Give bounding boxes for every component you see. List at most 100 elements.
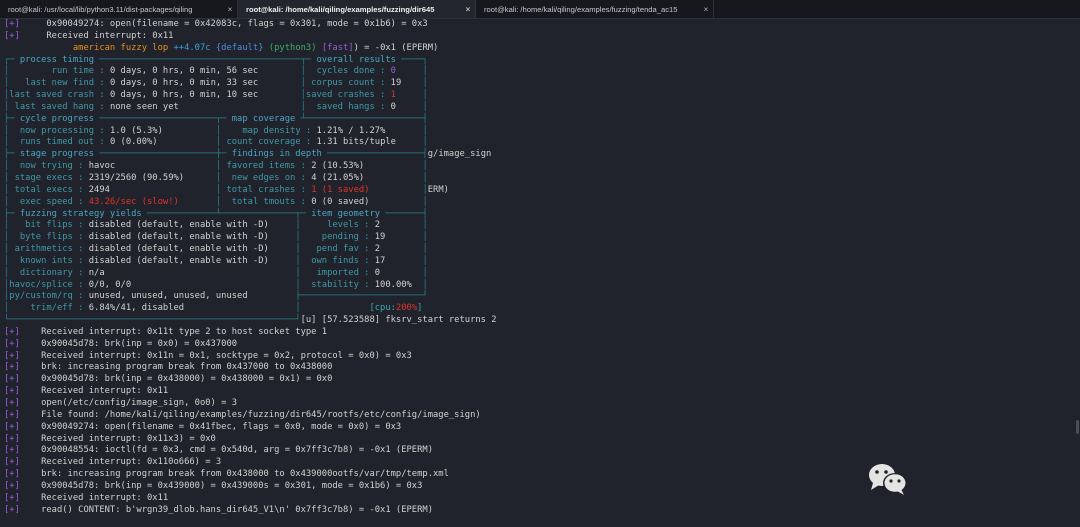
terminal-segment: │ — [422, 172, 428, 183]
terminal-segment: map coverage — [231, 113, 296, 124]
terminal-segment: ┌─ — [4, 54, 20, 65]
terminal-segment: (python3) — [268, 42, 317, 53]
terminal-segment: 19 — [374, 232, 423, 243]
terminal-segment: cycles done — [305, 66, 375, 77]
close-icon[interactable]: × — [223, 5, 237, 14]
terminal-segment: : — [358, 220, 375, 231]
terminal-line: ┌─ process timing ──────────────────────… — [4, 55, 497, 67]
terminal-segment: ) = -0x1 (EPERM) — [353, 42, 439, 53]
terminal-segment: [+] — [4, 480, 20, 491]
terminal-segment: ─────────────┴──────────────┬─ — [141, 208, 312, 219]
terminal-segment: disabled (default, enable with -D) — [88, 255, 296, 266]
terminal-segment: run time — [9, 66, 95, 77]
terminal-line: [+] Received interrupt: 0x11n = 0x1, soc… — [4, 351, 497, 363]
tab-bar: root@kali: /usr/local/lib/python3.11/dis… — [0, 0, 1080, 19]
terminal-segment: overall results — [316, 54, 396, 65]
terminal-segment: Received interrupt: 0x110o666) = 3 — [19, 457, 222, 468]
terminal-segment: : — [374, 90, 391, 101]
terminal-segment: [+] — [4, 457, 20, 468]
terminal-line: │ trim/eff : 6.84%/41, disabled │ [cpu:2… — [4, 303, 497, 315]
terminal-segment: 0x90045d78: brk(inp = 0x0) = 0x437000 — [19, 338, 238, 349]
terminal-segment: corpus count — [305, 78, 375, 89]
terminal-segment: : — [300, 137, 317, 148]
tab-qiling-dist-packages[interactable]: root@kali: /usr/local/lib/python3.11/dis… — [0, 0, 238, 18]
scrollbar[interactable] — [1076, 420, 1079, 434]
terminal-segment: : — [295, 161, 312, 172]
terminal-line: │ runs timed out : 0 (0.00%) │ count cov… — [4, 137, 497, 149]
terminal-segment: none seen yet — [109, 101, 301, 112]
terminal-segment: Received interrupt: 0x11 — [19, 386, 169, 397]
terminal-segment: trim/eff — [9, 303, 73, 314]
terminal-segment: favored items — [221, 161, 296, 172]
terminal-segment: : — [72, 303, 89, 314]
terminal-segment: [+] — [4, 469, 20, 480]
terminal-segment: 200% — [395, 303, 418, 314]
terminal-segment: : — [374, 66, 391, 77]
terminal-segment — [396, 90, 422, 100]
terminal-segment: [cpu: — [369, 303, 396, 314]
terminal-segment: │ — [422, 101, 428, 112]
terminal-segment — [301, 303, 370, 313]
terminal-segment: disabled (default, enable with -D) — [88, 220, 296, 231]
terminal-segment — [369, 185, 422, 195]
terminal-segment: 0 (0.00%) — [109, 137, 216, 148]
terminal-segment: brk: increasing program break from 0x437… — [19, 362, 333, 373]
terminal-segment: 1 (1 saved) — [311, 184, 370, 195]
terminal-line: [+] brk: increasing program break from 0… — [4, 469, 497, 481]
terminal-segment: stage execs — [9, 172, 73, 183]
terminal-segment: 0x90045d78: brk(inp = 0x439000) = 0x4390… — [19, 480, 423, 491]
terminal-segment: [+] — [4, 445, 20, 456]
close-icon[interactable]: × — [699, 5, 713, 14]
terminal-segment: │ — [422, 78, 428, 89]
terminal-segment: │ — [422, 255, 428, 266]
terminal-line: │ last new find : 0 days, 0 hrs, 0 min, … — [4, 78, 497, 90]
terminal-line: [+] Received interrupt: 0x11 — [4, 31, 497, 43]
terminal-segment: cycle progress — [19, 113, 95, 124]
terminal-segment: [+] — [4, 19, 20, 29]
terminal-line: [+] Received interrupt: 0x11t type 2 to … — [4, 327, 497, 339]
terminal-segment: last new find — [9, 78, 95, 89]
terminal-segment: Received interrupt: 0x11x3) = 0x0 — [19, 433, 216, 444]
terminal-segment: {default} — [215, 42, 264, 53]
terminal-segment: dictionary — [9, 267, 73, 278]
terminal-segment: │ — [422, 137, 428, 148]
terminal-segment: 100.00% — [374, 279, 423, 290]
terminal-segment: Received interrupt: 0x11 — [19, 30, 174, 41]
terminal-line: │ arithmetics : disabled (default, enabl… — [4, 244, 497, 256]
terminal-segment: disabled (default, enable with -D) — [88, 232, 296, 243]
terminal-segment: : — [72, 244, 89, 255]
tab-label: root@kali: /home/kali/qiling/examples/fu… — [484, 4, 678, 14]
terminal-segment: 2 — [374, 220, 423, 231]
terminal-segment: unused, unused, unused, unused — [88, 291, 296, 302]
terminal-segment: : — [374, 78, 391, 89]
terminal-segment: total execs — [9, 184, 73, 195]
close-icon[interactable]: × — [461, 5, 475, 14]
terminal-segment: : — [94, 66, 110, 77]
terminal-segment: now trying — [9, 161, 73, 172]
terminal-segment: └───────────────────────────────────────… — [4, 315, 301, 326]
terminal-segment: ──────────────────────────────────────┬─ — [94, 54, 317, 65]
terminal-segment: : — [72, 172, 89, 183]
terminal-segment — [396, 66, 422, 76]
terminal-segment: ────┐ — [395, 54, 428, 65]
terminal-segment: ├─ — [4, 208, 20, 219]
terminal-segment: : — [358, 232, 375, 243]
terminal-line: [+] Received interrupt: 0x11x3) = 0x0 — [4, 434, 497, 446]
terminal-segment: [u] [57.523588] fksrv_start returns 2 — [300, 315, 497, 326]
tab-tenda-ac15[interactable]: root@kali: /home/kali/qiling/examples/fu… — [476, 0, 714, 18]
terminal-segment: stability — [300, 279, 359, 290]
terminal-segment: │ — [422, 232, 428, 243]
terminal-segment: : — [72, 267, 89, 278]
terminal-segment: : — [295, 196, 312, 207]
tab-dir645[interactable]: root@kali: /home/kali/qiling/examples/fu… — [238, 0, 476, 18]
terminal-line: │ dictionary : n/a │ imported : 0 │ — [4, 268, 497, 280]
terminal-segment: : — [94, 125, 110, 136]
terminal-segment: : — [72, 220, 89, 231]
terminal-segment: findings in depth — [231, 149, 322, 160]
terminal-segment: Received interrupt: 0x11n = 0x1, socktyp… — [19, 350, 412, 361]
terminal-line: [+] read() CONTENT: b'wrgn39_dlob.hans_d… — [4, 505, 497, 517]
terminal-output[interactable]: [+] 0x90049274: open(filename = 0x42083c… — [4, 19, 497, 516]
terminal-line: [+] brk: increasing program break from 0… — [4, 362, 497, 374]
terminal-line: │ exec speed : 43.26/sec (slow!) │ total… — [4, 197, 497, 209]
terminal-segment: : — [358, 279, 375, 290]
